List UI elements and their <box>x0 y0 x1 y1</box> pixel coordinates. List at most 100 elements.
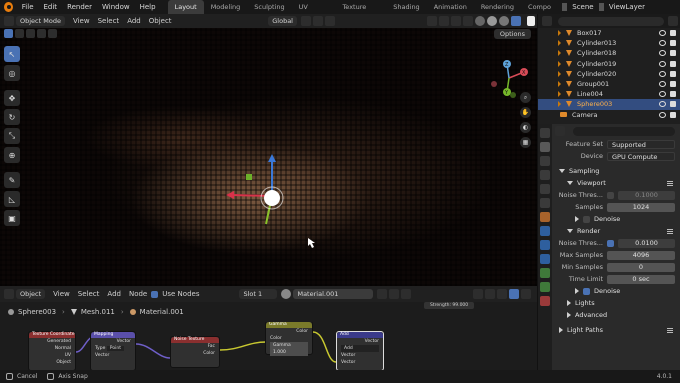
render-visibility-icon[interactable] <box>670 60 676 67</box>
expand-arrow-icon[interactable] <box>558 70 561 77</box>
breadcrumb-material[interactable]: Material.001 <box>140 308 184 316</box>
node-noise-texture[interactable]: Noise Texture Fac Color <box>170 336 220 368</box>
cursor-tool-icon[interactable]: ◎ <box>4 65 20 81</box>
visibility-eye-icon[interactable] <box>659 111 666 118</box>
sampling-panel-header[interactable]: Sampling <box>553 165 680 177</box>
transform-tool-icon[interactable]: ⊕ <box>4 147 20 163</box>
node-sidebar-icon[interactable] <box>521 289 531 299</box>
output-tab-icon[interactable] <box>540 156 550 166</box>
zoom-icon[interactable]: ⌕ <box>520 92 531 103</box>
tab-modeling[interactable]: Modeling <box>204 0 248 14</box>
node-texture-coordinate[interactable]: Texture Coordinate Generated Normal UV O… <box>28 331 76 370</box>
breadcrumb-object[interactable]: Sphere003 <box>18 308 56 316</box>
lights-subpanel-header[interactable]: Lights <box>553 297 680 309</box>
menu-window[interactable]: Window <box>97 3 135 11</box>
camera-view-icon[interactable]: ◐ <box>520 122 531 133</box>
annotate-tool-icon[interactable]: ✎ <box>4 172 20 188</box>
node-operation-row[interactable]: Add <box>337 345 383 352</box>
menu-help[interactable]: Help <box>135 3 161 11</box>
menu-file[interactable]: File <box>17 3 39 11</box>
scene-selector[interactable]: Scene <box>567 3 598 11</box>
outliner-item[interactable]: Cylinder018 <box>538 48 680 58</box>
options-button[interactable]: Options <box>493 29 531 39</box>
node-menu-node[interactable]: Node <box>125 290 151 298</box>
add-cube-tool-icon[interactable]: ▣ <box>4 210 20 226</box>
expand-arrow-icon[interactable] <box>558 40 561 47</box>
render-denoise-header[interactable]: Denoise <box>553 285 680 297</box>
constraints-tab-icon[interactable] <box>540 268 550 278</box>
render-noise-field[interactable]: 0.0100 <box>618 238 675 248</box>
visibility-eye-icon[interactable] <box>659 80 666 87</box>
render-subpanel-header[interactable]: Render <box>553 225 680 237</box>
scene-tab-icon[interactable] <box>540 184 550 194</box>
drag-handle-icon[interactable] <box>667 180 673 186</box>
expand-arrow-icon[interactable] <box>558 50 561 57</box>
node-snap-icon[interactable] <box>473 289 483 299</box>
solid-shading-icon[interactable] <box>475 16 485 26</box>
data-tab-icon[interactable] <box>540 282 550 292</box>
measure-tool-icon[interactable]: ◺ <box>4 191 20 207</box>
viewport-noise-checkbox[interactable] <box>607 191 614 199</box>
view-layer-selector[interactable]: ViewLayer <box>604 3 650 11</box>
material-preview-icon[interactable] <box>281 289 292 299</box>
node-canvas[interactable]: Texture Coordinate Generated Normal UV O… <box>0 322 537 370</box>
outliner-search-input[interactable] <box>558 16 664 26</box>
gizmo-icon[interactable] <box>439 16 449 26</box>
visibility-eye-icon[interactable] <box>659 101 666 108</box>
visibility-eye-icon[interactable] <box>659 60 666 67</box>
viewport-samples-field[interactable]: 1024 <box>607 202 675 212</box>
scale-tool-icon[interactable]: ⤡ <box>4 128 20 144</box>
viewport-subpanel-header[interactable]: Viewport <box>553 177 680 189</box>
transform-gizmo[interactable] <box>220 148 330 258</box>
outliner-type-icon[interactable] <box>542 16 552 26</box>
advanced-subpanel-header[interactable]: Advanced <box>553 309 680 321</box>
rendered-shading-icon[interactable] <box>499 16 509 26</box>
tab-rendering[interactable]: Rendering <box>474 0 521 14</box>
node-backdrop-icon[interactable] <box>497 289 507 299</box>
blender-logo-icon[interactable] <box>4 2 13 12</box>
node-menu-view[interactable]: View <box>49 290 74 298</box>
light-paths-panel-header[interactable]: Light Paths <box>553 324 680 336</box>
slot-dropdown[interactable]: Slot 1 <box>239 289 278 299</box>
view-layer-tab-icon[interactable] <box>540 170 550 180</box>
menu-render[interactable]: Render <box>62 3 97 11</box>
device-dropdown[interactable]: GPU Compute <box>607 151 675 161</box>
new-material-icon[interactable] <box>389 289 400 299</box>
overlay-icon[interactable] <box>451 16 461 26</box>
snap-icon[interactable] <box>313 16 323 26</box>
outliner-item[interactable]: Cylinder013 <box>538 38 680 48</box>
perspective-toggle-icon[interactable]: ▦ <box>520 137 531 148</box>
tool-tab-icon[interactable] <box>540 128 550 138</box>
node-menu-add[interactable]: Add <box>103 290 125 298</box>
outliner-item[interactable]: Group001 <box>538 79 680 89</box>
drag-handle-icon[interactable] <box>667 327 673 333</box>
node-object-dropdown[interactable]: Object <box>16 289 46 299</box>
filter-icon[interactable] <box>668 16 678 26</box>
physics-tab-icon[interactable] <box>540 254 550 264</box>
outliner-item[interactable]: Sphere003 <box>538 99 680 110</box>
tab-sculpting[interactable]: Sculpting <box>247 0 291 14</box>
expand-arrow-icon[interactable] <box>558 60 561 67</box>
node-overlay-icon[interactable] <box>485 289 495 299</box>
node-mapping[interactable]: Mapping Vector Type Point Vector <box>90 331 136 370</box>
outliner-item[interactable]: Line004 <box>538 89 680 99</box>
visibility-icon[interactable] <box>427 16 437 26</box>
world-tab-icon[interactable] <box>540 198 550 208</box>
gizmo-neg-y[interactable] <box>510 92 516 98</box>
render-visibility-icon[interactable] <box>670 91 676 98</box>
render-tab-icon[interactable] <box>540 142 550 152</box>
select-subtract-icon[interactable] <box>26 29 35 38</box>
render-visibility-icon[interactable] <box>670 40 676 47</box>
properties-search-input[interactable] <box>573 126 675 136</box>
material-tab-icon[interactable] <box>540 296 550 306</box>
render-visibility-icon[interactable] <box>670 50 676 57</box>
viewport-menu-select[interactable]: Select <box>94 17 124 25</box>
object-tab-icon[interactable] <box>540 212 550 222</box>
viewport-menu-object[interactable]: Object <box>145 17 176 25</box>
visibility-eye-icon[interactable] <box>659 30 666 36</box>
viewport-denoise-checkbox[interactable] <box>583 215 590 223</box>
gizmo-neg-x[interactable] <box>491 81 497 87</box>
expand-arrow-icon[interactable] <box>558 101 561 108</box>
node-add[interactable]: Add Vector Add Vector Vector <box>336 331 384 370</box>
proportional-edit-icon[interactable] <box>325 16 335 26</box>
